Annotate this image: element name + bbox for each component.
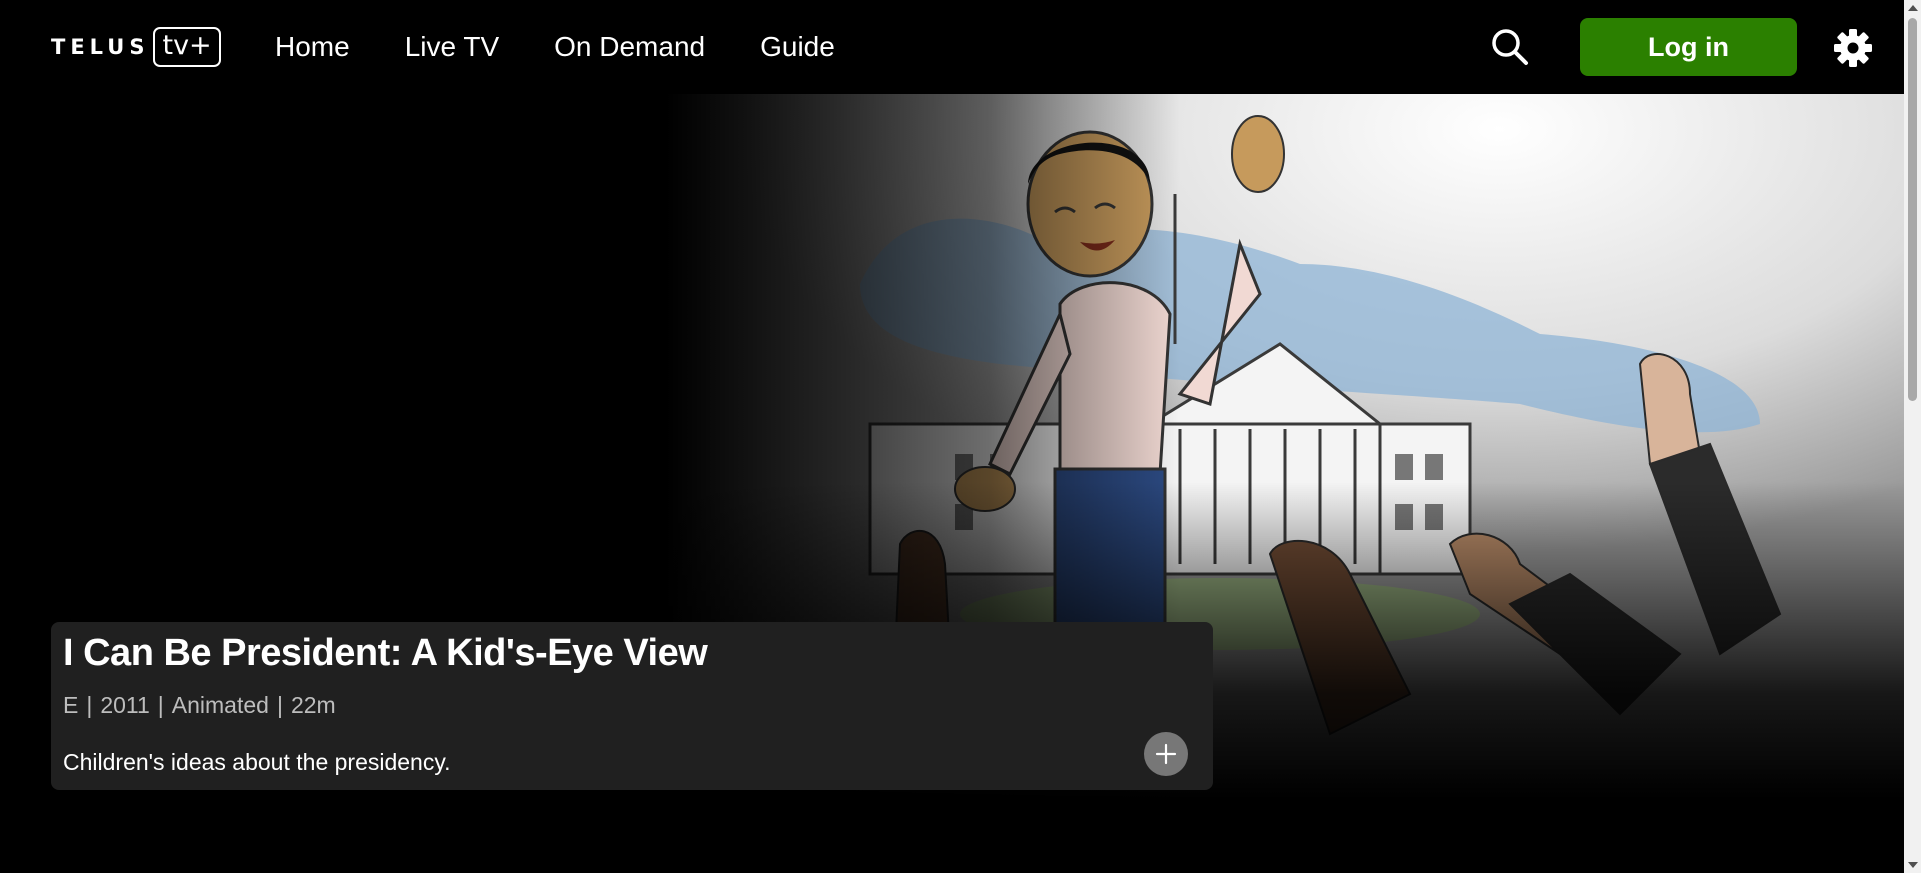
logo-box: tv+	[153, 27, 221, 67]
top-nav-bar: TELUS tv+ Home Live TV On Demand Guide L…	[0, 0, 1904, 94]
nav-guide[interactable]: Guide	[760, 28, 835, 66]
year: 2011	[100, 692, 150, 718]
feature-title[interactable]: I Can Be President: A Kid's-Eye View	[63, 632, 708, 675]
main-nav: Home Live TV On Demand Guide	[275, 28, 835, 66]
nav-on-demand[interactable]: On Demand	[554, 28, 705, 66]
gear-icon	[1834, 29, 1872, 67]
meta-separator: |	[157, 692, 164, 718]
meta-separator: |	[276, 692, 283, 718]
duration: 22m	[290, 692, 336, 718]
genre: Animated	[171, 692, 269, 718]
telus-tv-logo[interactable]: TELUS tv+	[51, 27, 221, 67]
nav-live-tv[interactable]: Live TV	[405, 28, 499, 66]
add-to-list-button[interactable]	[1144, 732, 1188, 776]
scroll-up-arrow-icon[interactable]	[1908, 5, 1918, 11]
feature-meta: E | 2011 | Animated | 22m	[63, 692, 336, 719]
scrollbar-thumb[interactable]	[1908, 18, 1917, 401]
feature-description: Children's ideas about the presidency.	[63, 749, 451, 775]
settings-button[interactable]	[1831, 26, 1875, 70]
search-button[interactable]	[1488, 25, 1532, 69]
rating: E	[63, 692, 79, 718]
plus-icon	[1155, 743, 1177, 765]
search-icon	[1492, 29, 1528, 65]
login-button[interactable]: Log in	[1580, 18, 1797, 76]
page-scrollbar[interactable]	[1904, 0, 1921, 873]
feature-info-panel: I Can Be President: A Kid's-Eye View E | 2…	[51, 622, 1213, 790]
nav-home[interactable]: Home	[275, 28, 350, 66]
meta-separator: |	[86, 692, 93, 718]
logo-word: TELUS	[51, 35, 150, 59]
scroll-down-arrow-icon[interactable]	[1908, 862, 1918, 868]
